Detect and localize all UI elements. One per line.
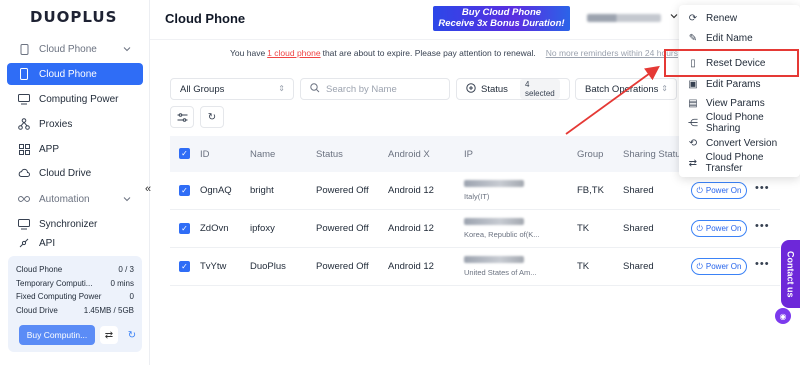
annotation-arrow [565,65,660,135]
